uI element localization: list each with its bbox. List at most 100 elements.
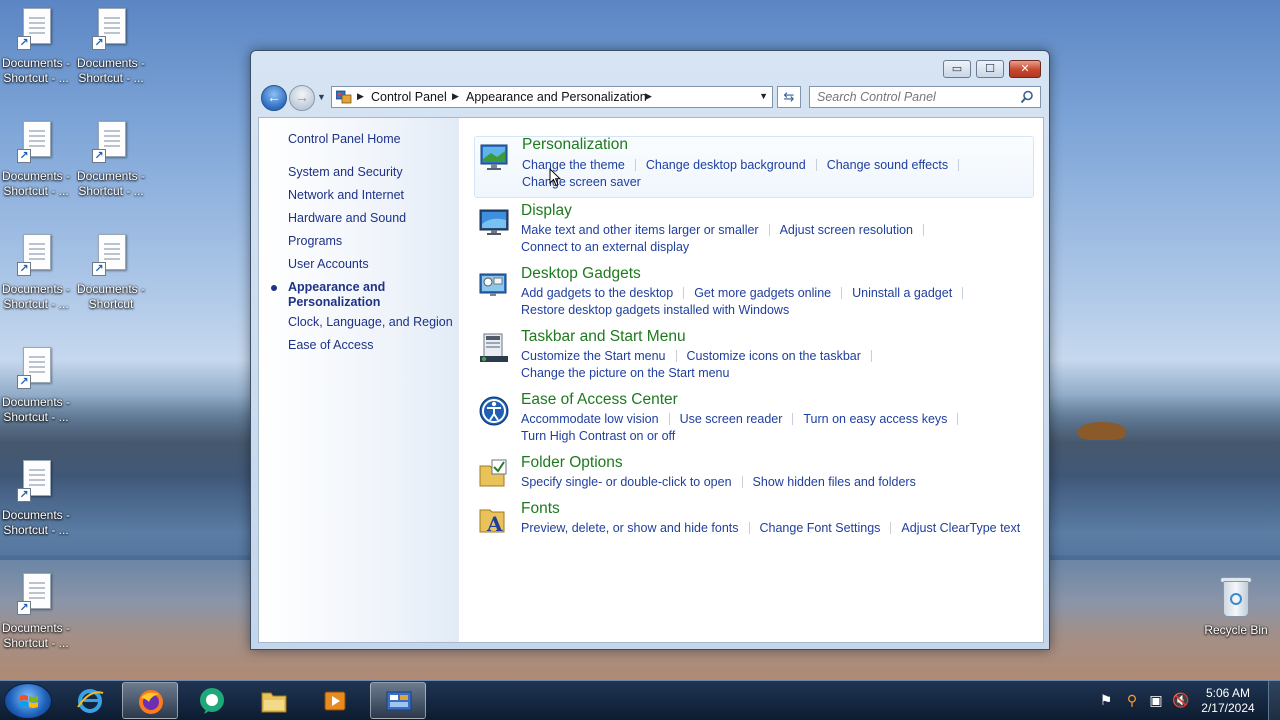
category-folder-options: Folder Options Specify single- or double… [474,454,1034,492]
close-button[interactable]: ✕ [1009,60,1041,78]
category-links: Add gadgets to the desktop Get more gadge… [521,285,1036,319]
fonts-icon: A [479,509,505,536]
forward-button[interactable]: → [289,85,315,111]
search-icon[interactable] [1020,90,1034,104]
nav-network-and-internet[interactable]: Network and Internet [288,188,404,203]
breadcrumb-separator-icon[interactable]: ▶ [452,91,459,102]
taskbar-firefox[interactable] [122,682,178,719]
refresh-button[interactable]: ⇆ [777,86,801,108]
link-easy-access-keys[interactable]: Turn on easy access keys [803,412,947,426]
link-connect-external-display[interactable]: Connect to an external display [521,240,689,254]
link-preview-fonts[interactable]: Preview, delete, or show and hide fonts [521,521,739,535]
desktop-icon-label: Documents - [1,56,71,70]
link-get-more-gadgets[interactable]: Get more gadgets online [694,286,831,300]
desktop-icon-documents-shortcut-7[interactable]: ↗ Documents - Shortcut - ... [0,347,72,425]
selected-bullet-icon [271,285,277,291]
taskbar-control-panel[interactable] [370,682,426,719]
action-center-flag-icon[interactable]: ⚑ [1098,692,1114,708]
windows-logo-icon [20,695,38,708]
control-panel-window[interactable]: ▭ ☐ ✕ ← → ▼ ▶ Control Panel ▶ Appearance… [250,50,1050,650]
arrow-right-icon: → [295,89,309,105]
minimize-button[interactable]: ▭ [943,60,971,78]
category-title[interactable]: Display [521,202,572,220]
category-title[interactable]: Taskbar and Start Menu [521,328,686,346]
desktop-icon-documents-shortcut-5[interactable]: ↗ Documents - Shortcut - ... [0,234,72,312]
system-clock[interactable]: 5:06 AM 2/17/2024 [1188,686,1268,716]
link-customize-start-menu[interactable]: Customize the Start menu [521,349,666,363]
nav-control-panel-home[interactable]: Control Panel Home [288,132,401,147]
desktop-icon-label: Shortcut - ... [78,184,144,198]
category-title[interactable]: Fonts [521,500,560,518]
category-title[interactable]: Personalization [522,136,628,154]
nav-programs[interactable]: Programs [288,234,342,249]
link-adjust-cleartype[interactable]: Adjust ClearType text [901,521,1020,535]
taskbar-media-player[interactable] [308,682,364,719]
start-button[interactable] [4,683,52,719]
link-restore-gadgets[interactable]: Restore desktop gadgets installed with W… [521,303,789,317]
back-button[interactable]: ← [261,85,287,111]
link-high-contrast[interactable]: Turn High Contrast on or off [521,429,675,443]
link-single-double-click[interactable]: Specify single- or double-click to open [521,475,732,489]
link-change-start-picture[interactable]: Change the picture on the Start menu [521,366,729,380]
nav-hardware-and-sound[interactable]: Hardware and Sound [288,211,406,226]
link-use-screen-reader[interactable]: Use screen reader [680,412,783,426]
search-input[interactable]: Search Control Panel [809,86,1041,108]
mouse-cursor-icon [549,168,561,187]
link-accommodate-low-vision[interactable]: Accommodate low vision [521,412,659,426]
category-taskbar-start-menu: Taskbar and Start Menu Customize the Sta… [474,328,1034,382]
nav-system-and-security[interactable]: System and Security [288,165,403,180]
link-change-font-settings[interactable]: Change Font Settings [760,521,881,535]
link-add-gadgets[interactable]: Add gadgets to the desktop [521,286,673,300]
breadcrumb-separator-icon[interactable]: ▶ [645,91,652,102]
breadcrumb-control-panel[interactable]: Control Panel [371,90,447,104]
desktop-icon-documents-shortcut-9[interactable]: ↗ Documents - Shortcut - ... [0,573,72,651]
show-desktop-button[interactable] [1268,681,1280,720]
network-icon[interactable]: ▣ [1148,692,1164,708]
search-tray-icon[interactable]: ⚲ [1124,692,1140,708]
link-change-desktop-background[interactable]: Change desktop background [646,158,806,172]
desktop-icon-recycle-bin[interactable]: Recycle Bin [1200,575,1272,638]
link-uninstall-gadget[interactable]: Uninstall a gadget [852,286,952,300]
refresh-icon: ⇆ [783,89,795,104]
desktop-icon-documents-shortcut-4[interactable]: ↗ Documents - Shortcut - ... [75,121,147,199]
desktop-icon-documents-shortcut-8[interactable]: ↗ Documents - Shortcut - ... [0,460,72,538]
breadcrumb-appearance-personalization[interactable]: Appearance and Personalization [466,90,647,104]
display-icon [479,209,509,235]
clock-date: 2/17/2024 [1201,701,1255,715]
nav-clock-language-region[interactable]: Clock, Language, and Region [288,315,453,330]
taskbar: ⚑ ⚲ ▣ 🔇 5:06 AM 2/17/2024 [0,680,1280,720]
desktop-icon-label: Shortcut [88,297,134,311]
link-adjust-screen-resolution[interactable]: Adjust screen resolution [780,223,913,237]
desktop-icon-documents-shortcut-1[interactable]: ↗ Documents - Shortcut - ... [0,8,72,86]
document-shortcut-icon: ↗ [17,8,55,52]
address-dropdown-icon[interactable]: ▼ [759,91,768,101]
personalization-icon [480,144,508,170]
desktop-icon-label: Documents - [1,621,71,635]
volume-muted-icon[interactable]: 🔇 [1172,692,1189,708]
address-bar[interactable]: ▶ Control Panel ▶ Appearance and Persona… [331,86,773,108]
link-change-sound-effects[interactable]: Change sound effects [827,158,948,172]
link-show-hidden-files[interactable]: Show hidden files and folders [753,475,916,489]
desktop-icon-label: Documents - [1,169,71,183]
link-make-text-larger[interactable]: Make text and other items larger or smal… [521,223,759,237]
desktop-icon-documents-shortcut-2[interactable]: ↗ Documents - Shortcut - ... [75,8,147,86]
link-change-theme[interactable]: Change the theme [522,158,625,172]
taskbar-messenger[interactable] [184,682,240,719]
arrow-left-icon: ← [267,89,281,105]
taskbar-file-explorer[interactable] [246,682,302,719]
recent-pages-dropdown[interactable]: ▼ [317,90,329,104]
category-title[interactable]: Ease of Access Center [521,391,678,409]
link-change-screen-saver[interactable]: Change screen saver [522,175,641,189]
desktop-icon-documents-shortcut-6[interactable]: ↗ Documents - Shortcut [75,234,147,312]
nav-user-accounts[interactable]: User Accounts [288,257,369,272]
link-customize-taskbar-icons[interactable]: Customize icons on the taskbar [687,349,861,363]
nav-ease-of-access[interactable]: Ease of Access [288,338,373,353]
maximize-button[interactable]: ☐ [976,60,1004,78]
nav-appearance-and-personalization[interactable]: Appearance and Personalization [288,280,385,310]
category-title[interactable]: Desktop Gadgets [521,265,641,283]
desktop-icon-documents-shortcut-3[interactable]: ↗ Documents - Shortcut - ... [0,121,72,199]
category-links: Specify single- or double-click to open S… [521,474,1036,491]
category-title[interactable]: Folder Options [521,454,623,472]
folder-options-icon [479,459,507,487]
taskbar-internet-explorer[interactable] [62,682,118,719]
